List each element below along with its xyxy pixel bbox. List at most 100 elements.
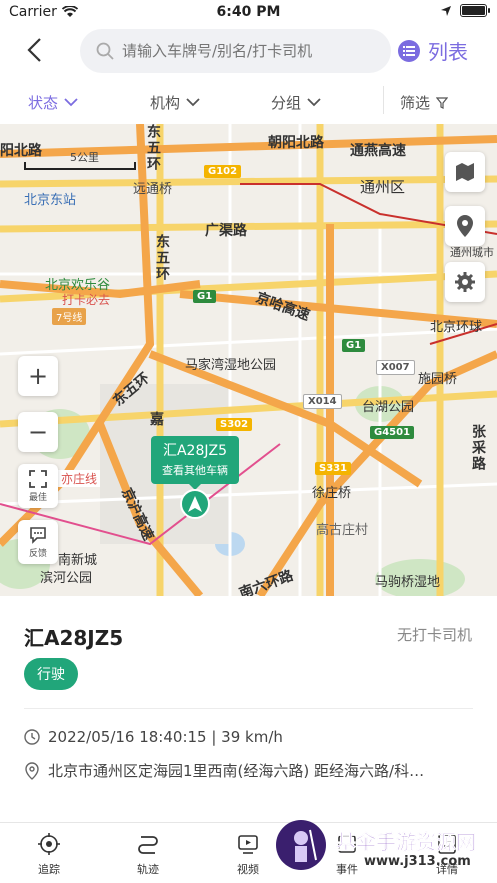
status-time: 6:40 PM <box>216 4 281 20</box>
gear-icon <box>455 272 475 292</box>
locate-button[interactable] <box>445 206 485 246</box>
search-box[interactable] <box>80 29 391 73</box>
search-input[interactable] <box>122 42 362 60</box>
filter-org-label: 机构 <box>150 94 181 112</box>
navigation-arrow-icon <box>188 496 202 512</box>
battery-icon <box>460 4 490 17</box>
tab-trajectory-label: 轨迹 <box>137 863 159 876</box>
map-label: 东五环 <box>154 234 170 282</box>
target-icon <box>38 833 60 855</box>
feedback-button[interactable]: 反馈 <box>18 520 58 564</box>
chevron-down-icon <box>186 98 200 107</box>
chevron-down-icon <box>64 98 78 107</box>
video-icon <box>238 835 258 854</box>
list-button[interactable]: 列表 <box>398 36 468 65</box>
vehicle-marker[interactable] <box>180 489 210 519</box>
address-text: 北京市通州区定海园1里西南(经海六路) 距经海六路/科… <box>48 762 425 780</box>
divider <box>24 708 473 709</box>
filter-group[interactable]: 分组 <box>271 92 321 113</box>
map-label: 通燕高速 <box>350 143 406 159</box>
map-view[interactable]: 阳北路 5公里 东五环 朝阳北路 通燕高速 远通桥 通州区 北京东站 广渠路 东… <box>0 124 497 596</box>
location-arrow-icon <box>441 5 451 16</box>
map-label: 滨河公园 <box>40 571 93 586</box>
best-view-label: 最佳 <box>28 492 47 503</box>
feedback-label: 反馈 <box>28 548 47 559</box>
time-speed-row: 2022/05/16 18:40:15 | 39 km/h <box>24 728 474 746</box>
map-label: 远通桥 <box>133 182 173 197</box>
map-label: 亦庄线 <box>58 470 101 487</box>
popup-sub: 查看其他车辆 <box>162 464 228 477</box>
tab-video[interactable]: 视频 <box>218 833 278 877</box>
best-view-button[interactable]: 最佳 <box>18 464 58 508</box>
fit-view-icon <box>29 469 47 488</box>
filter-group-label: 分组 <box>271 94 302 112</box>
map-label: 张采路 <box>470 424 486 472</box>
route-icon <box>138 836 158 854</box>
watermark-url: www.j313.com <box>364 854 471 869</box>
tab-trajectory[interactable]: 轨迹 <box>118 833 178 877</box>
status-bar: Carrier 6:40 PM <box>0 0 497 26</box>
map-layer-button[interactable] <box>445 152 485 192</box>
map-shield: G102 <box>204 165 242 178</box>
map-label: 通州区 <box>360 178 406 196</box>
map-shield: G1 <box>193 290 217 303</box>
filter-status-label: 状态 <box>28 94 59 112</box>
filter-divider <box>383 86 384 114</box>
filter-status[interactable]: 状态 <box>28 92 78 113</box>
map-scale-label: 5公里 <box>70 151 99 164</box>
location-pin-icon <box>25 761 39 780</box>
map-label: 南新城 <box>58 553 98 568</box>
map-label: 施园桥 <box>418 372 458 387</box>
time-speed-text: 2022/05/16 18:40:15 | 39 km/h <box>48 728 283 746</box>
chat-icon <box>30 526 46 544</box>
watermark-logo <box>276 820 326 870</box>
map-label: 阳北路 <box>0 143 42 159</box>
popup-plate: 汇A28JZ5 <box>162 443 228 459</box>
map-label: 高古庄村 <box>316 523 369 538</box>
map-label: 马家湾湿地公园 <box>185 358 277 373</box>
map-label: 北京环球 <box>430 320 483 335</box>
filter-org[interactable]: 机构 <box>150 92 200 113</box>
map-shield: G1 <box>342 339 366 352</box>
driver-status: 无打卡司机 <box>396 626 472 644</box>
map-label: 广渠路 <box>205 223 247 239</box>
map-label: 嘉 <box>150 412 164 428</box>
chevron-left-icon <box>27 38 41 62</box>
filter-bar: 状态 机构 分组 筛选 <box>0 78 497 124</box>
watermark: 基伞手游资源网 www.j313.com <box>276 818 497 883</box>
zoom-in-button[interactable]: + <box>18 356 58 396</box>
top-nav: 列表 <box>0 26 497 78</box>
search-icon <box>96 42 114 60</box>
settings-button[interactable] <box>445 262 485 302</box>
tab-video-label: 视频 <box>237 863 259 876</box>
map-shield: S302 <box>216 418 253 431</box>
tab-track[interactable]: 追踪 <box>19 833 79 877</box>
vehicle-info-panel: 汇A28JZ5 无打卡司机 行驶 2022/05/16 18:40:15 | 3… <box>0 596 497 822</box>
list-label: 列表 <box>428 40 468 64</box>
map-shield: S331 <box>315 462 352 475</box>
back-button[interactable] <box>20 36 50 66</box>
filter-button[interactable]: 筛选 <box>400 92 449 113</box>
chevron-down-icon <box>307 98 321 107</box>
map-label: 东五环 <box>145 124 161 172</box>
watermark-title: 基伞手游资源网 <box>336 830 477 855</box>
map-label: 通州城市 <box>450 246 494 259</box>
map-shield: X014 <box>303 394 342 409</box>
tab-track-label: 追踪 <box>38 863 60 876</box>
address-row: 北京市通州区定海园1里西南(经海六路) 距经海六路/科… <box>24 760 474 781</box>
location-pin-icon <box>457 215 473 237</box>
list-icon <box>398 39 420 62</box>
vehicle-popup[interactable]: 汇A28JZ5 查看其他车辆 <box>151 436 239 490</box>
map-shield: G4501 <box>370 426 415 439</box>
map-shield: X007 <box>376 360 415 375</box>
zoom-out-button[interactable]: − <box>18 412 58 452</box>
map-label: 马驹桥湿地 <box>375 575 441 590</box>
map-label: 打卡必去 <box>62 293 111 307</box>
map-label: 徐庄桥 <box>312 486 352 501</box>
clock-icon <box>24 729 40 745</box>
map-label: 朝阳北路 <box>268 135 324 151</box>
funnel-icon <box>436 96 449 109</box>
status-badge: 行驶 <box>24 658 78 690</box>
vehicle-plate: 汇A28JZ5 <box>24 626 124 650</box>
map-icon <box>456 163 474 181</box>
